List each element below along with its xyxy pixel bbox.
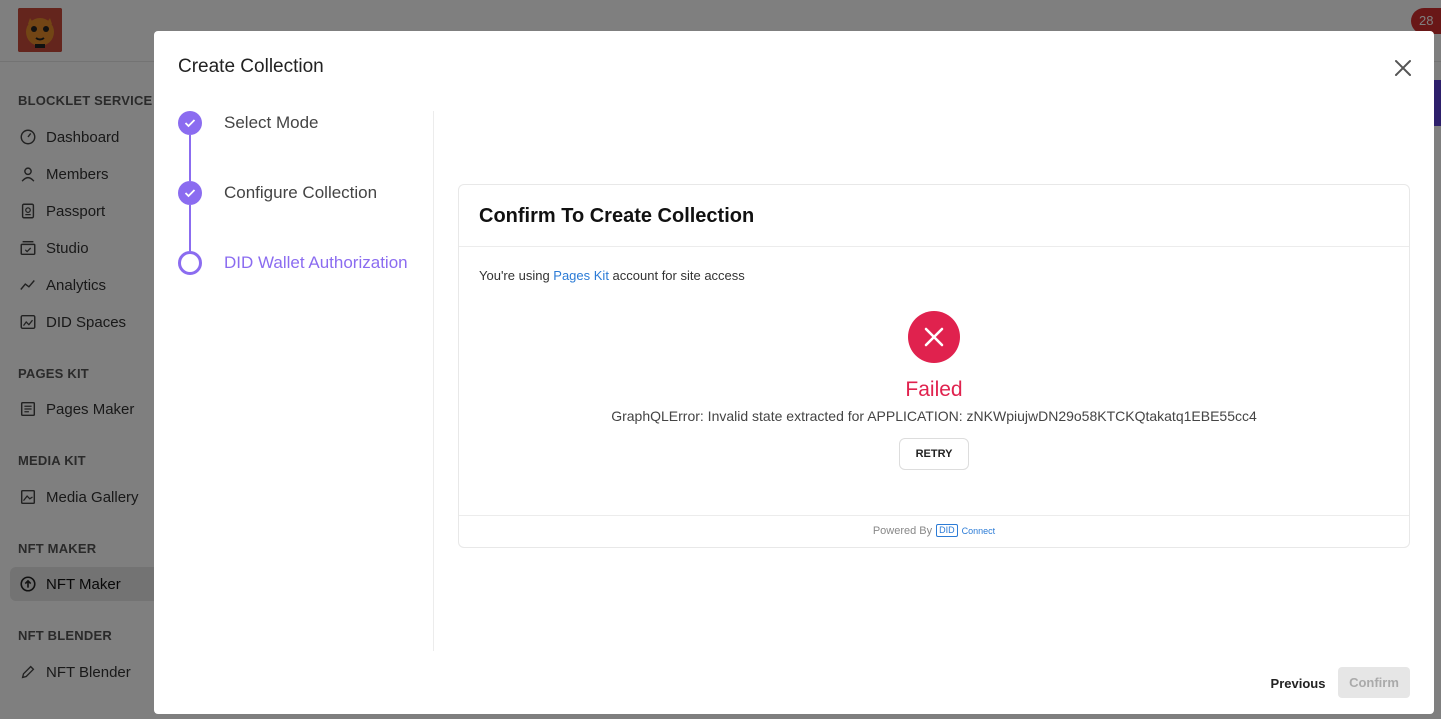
error-circle-icon [908, 311, 960, 363]
current-step-icon [178, 251, 202, 275]
divider [459, 515, 1409, 516]
check-icon [178, 181, 202, 205]
check-icon [178, 111, 202, 135]
step-configure-collection: Configure Collection [178, 181, 377, 205]
powered-by-text: Powered By [872, 524, 933, 537]
confirm-button[interactable]: Confirm [1338, 667, 1410, 698]
account-link[interactable]: Pages Kit [553, 268, 609, 283]
step-did-wallet-authorization: DID Wallet Authorization [178, 251, 408, 275]
step-connector [189, 205, 191, 251]
step-select-mode: Select Mode [178, 111, 319, 135]
retry-button[interactable]: RETRY [899, 438, 969, 470]
confirm-card: Confirm To Create Collection You're usin… [458, 184, 1410, 548]
step-label: Configure Collection [224, 183, 378, 202]
previous-button[interactable]: Previous [1262, 668, 1334, 698]
error-message: GraphQLError: Invalid state extracted fo… [611, 408, 1257, 424]
powered-by: Powered By DID Connect [459, 524, 1409, 537]
connect-text: Connect [961, 525, 996, 536]
status-title: Failed [905, 378, 963, 401]
dialog-title: Create Collection [178, 56, 324, 77]
step-connector [189, 135, 191, 181]
close-icon [1395, 60, 1411, 76]
account-prefix: You're using [479, 268, 554, 283]
divider [459, 246, 1409, 247]
card-title: Confirm To Create Collection [479, 205, 755, 227]
stepper: Select Mode Configure Collection DID Wal… [178, 111, 434, 651]
step-label: DID Wallet Authorization [224, 253, 408, 272]
did-logo: DID [936, 524, 958, 537]
close-button[interactable] [1392, 57, 1414, 79]
account-info: You're using Pages Kit account for site … [479, 268, 745, 283]
vertical-divider [433, 111, 434, 651]
step-label: Select Mode [224, 113, 319, 132]
account-suffix: account for site access [608, 268, 745, 283]
create-collection-dialog: Create Collection Select Mode Configure … [154, 31, 1434, 714]
